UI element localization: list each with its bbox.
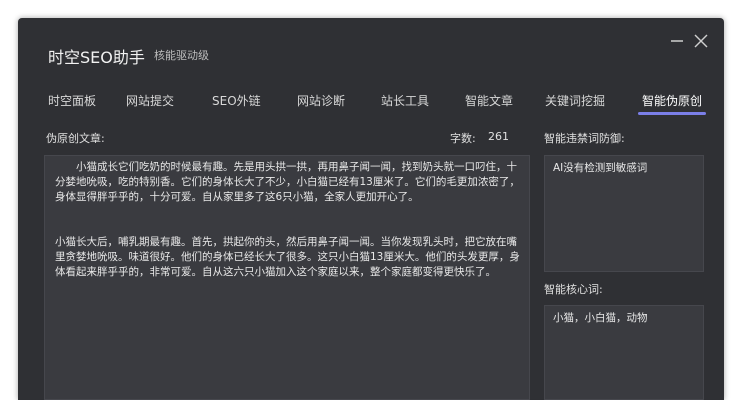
- core-keywords-label: 智能核心词:: [544, 283, 603, 296]
- tab-webmaster-tools[interactable]: 站长工具: [381, 92, 429, 109]
- tab-dashboard[interactable]: 时空面板: [48, 92, 96, 109]
- tab-seo-links[interactable]: SEO外链: [212, 92, 261, 109]
- banned-words-result: AI没有检测到敏感词: [553, 162, 648, 174]
- rewrite-article-label: 伪原创文章:: [46, 132, 105, 145]
- banned-words-box[interactable]: AI没有检测到敏感词: [544, 155, 704, 272]
- minimize-icon: [671, 40, 683, 42]
- tab-label: SEO外链: [212, 94, 261, 108]
- app-title: 时空SEO助手: [48, 48, 145, 67]
- tab-site-diagnosis[interactable]: 网站诊断: [297, 92, 345, 109]
- article-paragraph: 小猫成长它们吃奶的时候最有趣。先是用头拱一拱，再用鼻子闻一闻，找到奶头就一口叼住…: [55, 161, 520, 203]
- word-count-value: 261: [488, 130, 509, 143]
- tab-site-submit[interactable]: 网站提交: [126, 92, 174, 109]
- app-window: 时空SEO助手 核能驱动级 时空面板 网站提交 SEO外链 网站诊断 站长工具 …: [18, 18, 724, 400]
- tab-label: 关键词挖掘: [545, 94, 606, 108]
- tab-label: 网站提交: [126, 94, 175, 108]
- minimize-button[interactable]: [668, 32, 686, 50]
- word-count-label: 字数:: [450, 132, 476, 145]
- app-subtitle: 核能驱动级: [154, 49, 209, 62]
- close-icon: [694, 34, 708, 48]
- tab-label: 时空面板: [48, 94, 97, 108]
- tab-smart-article[interactable]: 智能文章: [465, 92, 513, 109]
- tab-label: 网站诊断: [297, 94, 346, 108]
- tab-smart-rewrite[interactable]: 智能伪原创: [638, 92, 707, 115]
- core-keywords-value: 小猫，小白猫，动物: [553, 312, 648, 324]
- close-button[interactable]: [692, 32, 710, 50]
- tab-keyword-mining[interactable]: 关键词挖掘: [545, 92, 605, 109]
- active-tab-indicator: [638, 112, 707, 115]
- core-keywords-box[interactable]: 小猫，小白猫，动物: [544, 305, 704, 400]
- tab-label: 智能伪原创: [642, 94, 703, 108]
- tab-bar: 时空面板 网站提交 SEO外链 网站诊断 站长工具 智能文章 关键词挖掘 智能伪…: [18, 92, 724, 122]
- tab-label: 智能文章: [465, 94, 514, 108]
- article-editor[interactable]: 小猫成长它们吃奶的时候最有趣。先是用头拱一拱，再用鼻子闻一闻，找到奶头就一口叼住…: [44, 155, 530, 400]
- banned-words-label: 智能违禁词防御:: [544, 132, 625, 145]
- tab-label: 站长工具: [381, 94, 430, 108]
- article-paragraph: 小猫长大后，哺乳期最有趣。首先，拱起你的头，然后用鼻子闻一闻。当你发现乳头时，把…: [55, 236, 520, 278]
